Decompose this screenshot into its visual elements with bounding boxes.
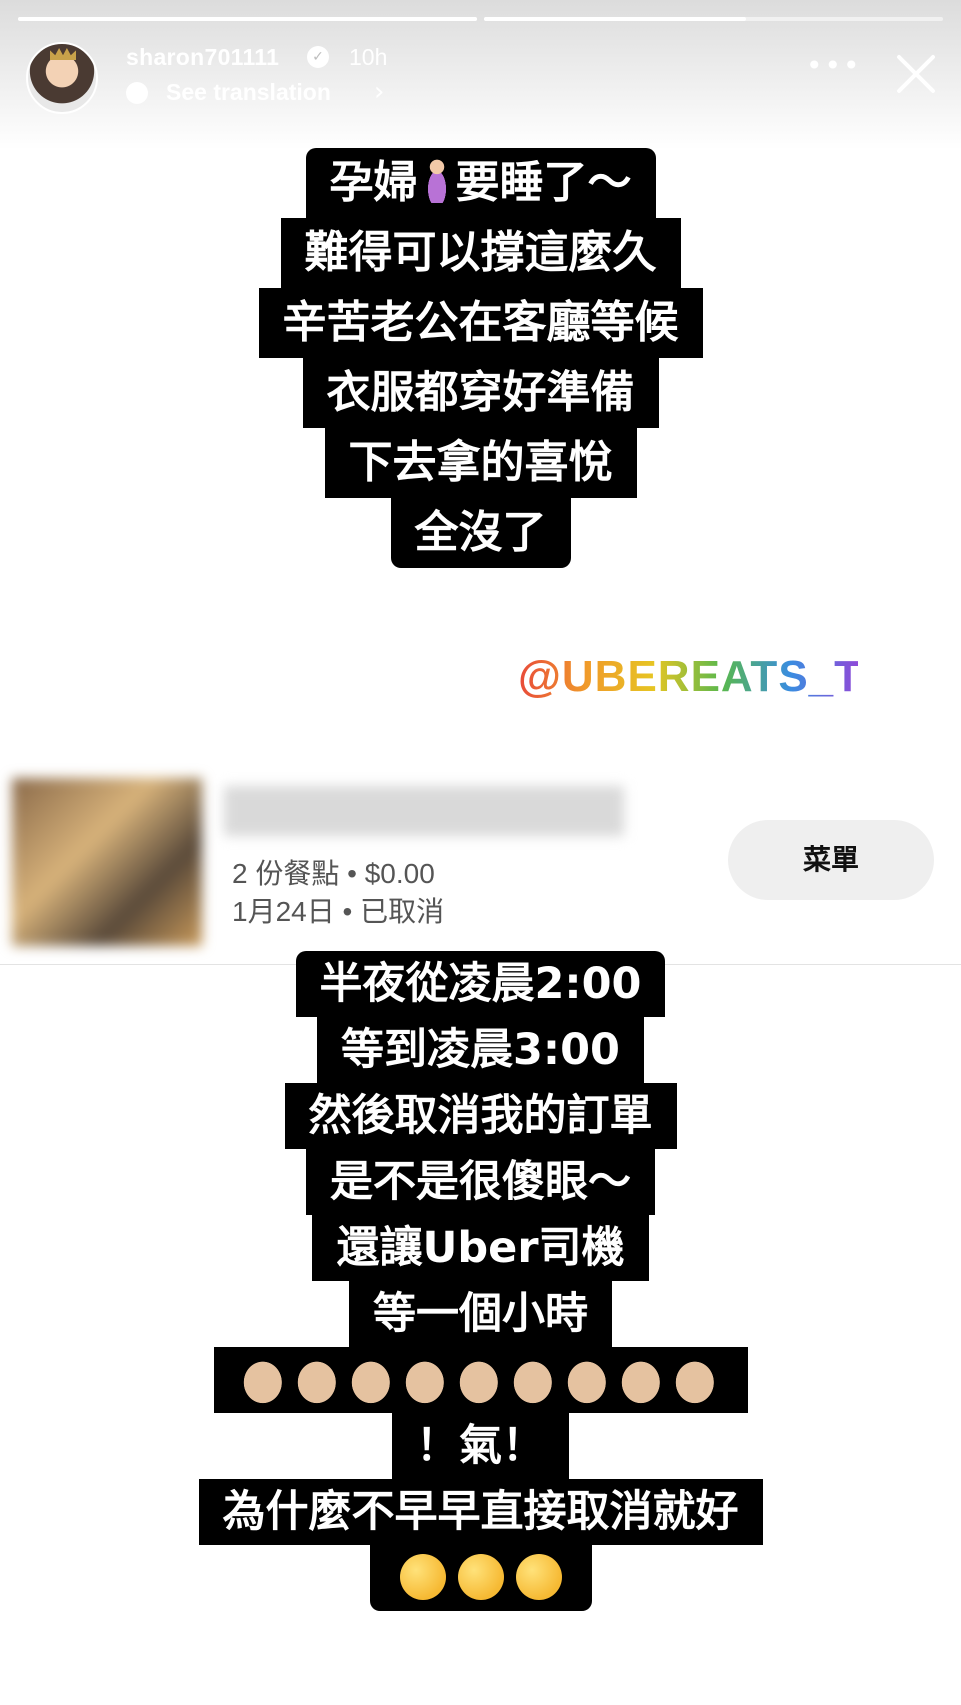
caption-top: 孕婦 要睡了～ 難得可以撐這麼久 辛苦老公在客廳等候 衣服都穿好準備 下去拿的喜悅… [0, 148, 961, 568]
caption-bottom: 半夜從凌晨2:00 等到凌晨3:00 然後取消我的訂單 是不是很傻眼～ 還讓Ub… [0, 951, 961, 1611]
story-progress-bar-2 [484, 17, 943, 21]
story-time: 10h [349, 44, 388, 70]
menu-button[interactable]: 菜單 [728, 820, 934, 900]
face-with-rolling-eyes-emoji [457, 1554, 504, 1600]
pregnant-woman-emoji [421, 159, 452, 203]
eye-roll-line [369, 1545, 592, 1611]
caption-text: 孕婦 [329, 157, 418, 208]
caption-line: 全沒了 [390, 498, 571, 568]
thumbs-down-emoji [242, 1356, 287, 1404]
thumbs-down-emoji [674, 1356, 719, 1404]
caption-line: 衣服都穿好準備 [302, 358, 659, 428]
thumbs-down-emoji [620, 1356, 665, 1404]
verified-badge-icon: ✓ [307, 46, 329, 68]
caption-line: 然後取消我的訂單 [284, 1083, 677, 1149]
order-items-price: 2 份餐點 • $0.00 [232, 858, 435, 889]
thumbs-down-emoji [350, 1356, 395, 1404]
restaurant-name-blurred [224, 786, 624, 836]
face-with-rolling-eyes-emoji [399, 1554, 446, 1600]
more-horizontal-icon[interactable]: ••• [806, 52, 862, 80]
story-progress-fill-2 [484, 17, 746, 21]
thumbs-down-emoji [296, 1356, 341, 1404]
story-progress-bar-1 [18, 17, 477, 21]
caption-line: 孕婦 要睡了～ [305, 148, 656, 218]
chevron-right-icon: › [374, 77, 385, 107]
caption-line: 是不是很傻眼～ [306, 1149, 655, 1215]
thumbs-down-emoji [458, 1356, 503, 1404]
caption-line: 辛苦老公在客廳等候 [258, 288, 703, 358]
speech-bubble-icon [126, 82, 148, 104]
thumbs-down-emoji [566, 1356, 611, 1404]
avatar[interactable] [26, 42, 98, 114]
caption-line: 下去拿的喜悅 [324, 428, 637, 498]
story-progress-fill-1 [18, 17, 477, 21]
thumbs-down-line [213, 1347, 748, 1413]
mention-sticker[interactable]: @UBEREATS_TW [518, 640, 904, 714]
crown-icon [50, 48, 76, 60]
caption-line: 還讓Uber司機 [312, 1215, 649, 1281]
caption-line: 難得可以撐這麼久 [280, 218, 681, 288]
face-with-rolling-eyes-emoji [515, 1554, 562, 1600]
caption-line: 為什麼不早早直接取消就好 [198, 1479, 763, 1545]
caption-text: 要睡了～ [455, 157, 632, 208]
order-image [12, 778, 202, 946]
caption-line: ！氣！ [392, 1413, 569, 1479]
caption-line: 等到凌晨3:00 [317, 1017, 644, 1083]
username[interactable]: sharon701111 [126, 44, 279, 71]
close-icon[interactable] [890, 48, 942, 100]
order-card: 2 份餐點 • $0.00 1月24日 • 已取消 菜單 [0, 760, 961, 965]
order-date-status: 1月24日 • 已取消 [232, 896, 445, 927]
thumbs-down-emoji [404, 1356, 449, 1404]
thumbs-down-emoji [512, 1356, 557, 1404]
caption-line: 半夜從凌晨2:00 [295, 951, 666, 1017]
caption-line: 等一個小時 [349, 1281, 612, 1347]
see-translation-link[interactable]: See translation [166, 79, 331, 106]
